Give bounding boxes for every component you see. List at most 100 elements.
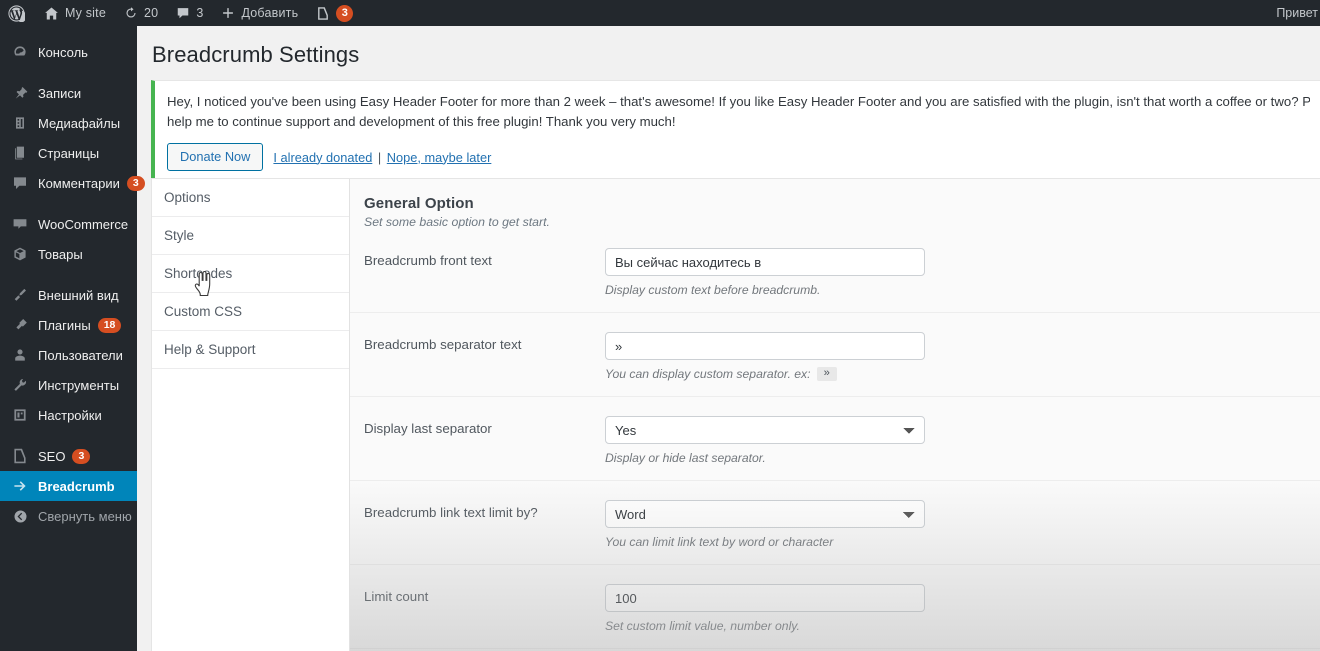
sidebar-item-seo[interactable]: SEO 3 [0,441,137,471]
plus-icon [221,6,235,20]
tab-label: Options [164,190,211,205]
sidebar-item-tools[interactable]: Инструменты [0,370,137,400]
link-text-limit-by-select[interactable]: Word [605,500,925,528]
sidebar-item-label: SEO [38,448,66,464]
sidebar-item-comments[interactable]: Комментарии 3 [0,168,145,198]
dashboard-icon [10,42,30,62]
sidebar-item-media[interactable]: Медиафайлы [0,108,137,138]
field-help-text: You can limit link text by word or chara… [605,535,834,549]
menu-spacer-4 [0,430,137,441]
comment-icon [10,173,30,193]
content-area: Breadcrumb Settings Hey, I noticed you'v… [137,26,1320,651]
settings-panel: Options Style Shortcodes Custom CSS Help… [151,178,1320,651]
howdy-label[interactable]: Привет [1276,6,1320,20]
wordpress-icon [8,4,25,22]
field-row: Limit count Set custom limit value, numb… [350,565,1320,649]
arrow-right-icon [10,476,30,496]
sidebar-item-settings[interactable]: Настройки [0,400,137,430]
sidebar-item-pages[interactable]: Страницы [0,138,137,168]
sidebar-item-dashboard[interactable]: Консоль [0,37,137,67]
breadcrumb-separator-text-input[interactable] [605,332,925,360]
tab-shortcodes[interactable]: Shortcodes [152,255,349,297]
tab-help-support[interactable]: Help & Support [152,331,349,369]
breadcrumb-front-text-input[interactable] [605,248,925,276]
field-label: Breadcrumb front text [364,253,492,268]
sidebar-item-plugins[interactable]: Плагины 18 [0,310,137,340]
updates-menu[interactable]: 20 [115,0,167,26]
users-icon [10,345,30,365]
seo-menu[interactable]: 3 [307,0,362,26]
comments-count: 3 [196,6,204,20]
seo-count-badge: 3 [72,448,91,464]
new-content-label: Добавить [241,6,299,20]
collapse-icon [10,509,30,524]
already-donated-link[interactable]: I already donated [273,150,372,165]
section-subtitle: Set some basic option to get start. [364,215,550,229]
field-row: Breadcrumb separator text You can displa… [350,313,1320,397]
field-control: Set custom limit value, number only. [605,584,925,633]
comments-count-badge: 3 [126,175,145,191]
site-name-menu[interactable]: My site [35,0,115,26]
sidebar-item-label: Медиафайлы [38,115,121,131]
sidebar-item-label: Плагины [38,317,91,333]
collapse-menu-button[interactable]: Свернуть меню [0,501,137,531]
field-control: Display custom text before breadcrumb. [605,248,925,297]
settings-form: General Option Set some basic option to … [350,179,1320,651]
sidebar-item-woocommerce[interactable]: WooCommerce [0,209,137,239]
maybe-later-link[interactable]: Nope, maybe later [387,150,492,165]
donation-notice: Hey, I noticed you've been using Easy He… [151,80,1320,185]
section-header: General Option Set some basic option to … [350,195,1320,229]
tab-label: Style [164,228,195,243]
field-help-text: Display or hide last separator. [605,451,766,465]
field-control: Yes Display or hide last separator. [605,416,925,465]
comments-menu[interactable]: 3 [167,0,212,26]
limit-count-input[interactable] [605,584,925,612]
sidebar-item-label: Консоль [38,44,88,60]
comment-icon [176,6,190,20]
field-help: You can limit link text by word or chara… [605,535,925,549]
tab-style[interactable]: Style [152,217,349,255]
field-help-text: Set custom limit value, number only. [605,619,800,633]
tab-options[interactable]: Options [152,179,349,217]
pin-icon [10,83,30,103]
field-help-text: Display custom text before breadcrumb. [605,283,821,297]
display-last-separator-select[interactable]: Yes [605,416,925,444]
sidebar-item-label: Страницы [38,145,100,161]
field-control: Word You can limit link text by word or … [605,500,925,549]
tab-label: Custom CSS [164,304,243,319]
seo-count-badge: 3 [336,4,354,22]
menu-spacer-2 [0,198,137,209]
wp-logo-button[interactable] [0,0,35,26]
sidebar-item-appearance[interactable]: Внешний вид [0,280,137,310]
tab-custom-css[interactable]: Custom CSS [152,293,349,331]
admin-bar-right: Привет [1276,6,1320,20]
yoast-icon [316,6,330,21]
sidebar-item-label: Breadcrumb [38,478,115,494]
field-control: You can display custom separator. ex: » [605,332,925,381]
sidebar-item-posts[interactable]: Записи [0,78,137,108]
woocommerce-icon [10,214,30,234]
sidebar-item-breadcrumb[interactable]: Breadcrumb [0,471,145,501]
admin-sidebar-menu: Консоль Записи Медиафайлы Страницы Комме… [0,26,145,651]
new-content-menu[interactable]: Добавить [212,0,307,26]
notice-line-2: help me to continue support and developm… [167,114,676,129]
sidebar-item-label: Инструменты [38,377,120,393]
sidebar-item-users[interactable]: Пользователи [0,340,137,370]
sidebar-item-products[interactable]: Товары [0,239,137,269]
field-row: Breadcrumb front text Display custom tex… [350,229,1320,313]
media-icon [10,113,30,133]
plugins-icon [10,315,30,335]
link-separator: | [377,149,382,165]
tab-label: Shortcodes [164,266,233,281]
donate-now-button[interactable]: Donate Now [167,143,264,171]
menu-spacer-1 [0,67,137,78]
tools-icon [10,375,30,395]
updates-icon [124,6,138,20]
site-name-label: My site [65,6,106,20]
notice-actions: Donate Now I already donated | Nope, may… [167,143,1310,171]
field-help: Display or hide last separator. [605,451,925,465]
section-title: General Option [364,195,474,212]
settings-tab-list: Options Style Shortcodes Custom CSS Help… [152,179,350,651]
notice-text: Hey, I noticed you've been using Easy He… [167,92,1310,132]
pages-icon [10,143,30,163]
